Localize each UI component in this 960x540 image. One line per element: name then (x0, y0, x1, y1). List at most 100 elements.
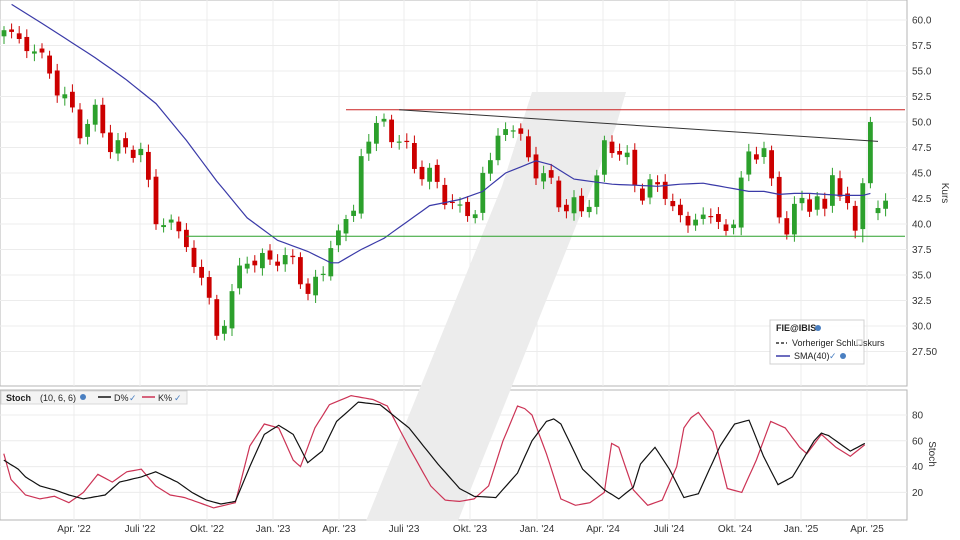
candle-body (305, 283, 311, 294)
candle-body (868, 122, 873, 184)
candle-body (738, 177, 744, 228)
price-y-tick: 37.5 (912, 245, 932, 256)
candle-body (564, 204, 569, 212)
price-y-tick: 50.0 (912, 118, 932, 129)
stoch-y-tick: 20 (912, 488, 924, 499)
candle-body (754, 154, 759, 160)
stoch-k-label: K% (158, 393, 172, 403)
candle-body (229, 291, 235, 329)
candle-body (366, 141, 372, 154)
candle-body (260, 252, 265, 269)
candle-body (153, 176, 159, 225)
candle-body (784, 218, 790, 235)
candle-body (731, 224, 736, 229)
candle-body (472, 214, 478, 219)
candle-body (510, 130, 516, 132)
candle-body (586, 206, 592, 213)
candle-body (609, 141, 615, 154)
candle-body (358, 156, 364, 214)
candle-body (450, 201, 455, 204)
candle-body (70, 91, 75, 108)
candle-body (138, 148, 144, 156)
price-y-tick: 40.0 (912, 220, 932, 231)
price-y-tick: 27.50 (912, 347, 937, 358)
stoch-legend-params: (10, 6, 6) (40, 393, 76, 403)
price-y-tick: 30.0 (912, 322, 932, 333)
candle-body (792, 203, 797, 235)
candle-body (579, 195, 584, 212)
candle-body (457, 204, 463, 206)
legend-sma-info-icon[interactable] (840, 353, 846, 359)
candle-body (548, 170, 554, 178)
candle-body (100, 104, 106, 134)
candle-body (298, 257, 303, 285)
stoch-info-icon[interactable] (80, 394, 86, 400)
candle-body (594, 175, 600, 207)
stoch-legend-title: Stoch (6, 393, 31, 403)
candle-body (336, 230, 341, 246)
x-tick-label: Juli '23 (389, 524, 420, 535)
x-tick-label: Jan. '23 (256, 524, 291, 535)
stoch-legend: Stoch (10, 6, 6) D% ✓ K% ✓ (0, 390, 188, 405)
candle-body (541, 173, 546, 182)
price-y-tick: 47.5 (912, 143, 932, 154)
x-tick-label: Okt. '22 (190, 524, 225, 535)
candle-body (184, 229, 189, 248)
candle-body (640, 188, 645, 201)
candle-body (814, 196, 820, 210)
candle-body (47, 55, 52, 74)
candle-body (700, 214, 706, 219)
legend-info-icon[interactable] (815, 325, 821, 331)
candle-body (161, 225, 166, 228)
legend-prev-close-label: Vorheriger Schlusskurs (792, 338, 885, 348)
x-tick-label: Jan. '25 (784, 524, 819, 535)
stoch-d-check-icon[interactable]: ✓ (129, 394, 137, 404)
candle-body (526, 136, 531, 158)
candle-body (678, 204, 683, 216)
candle-body (799, 197, 805, 204)
candle-body (807, 199, 812, 212)
legend-prev-close-checkbox[interactable] (856, 339, 863, 346)
stoch-y-tick: 60 (912, 436, 924, 447)
candle-body (381, 118, 387, 122)
chart-canvas: 60.0 57.5 55.0 52.5 50.0 47.5 45.0 42.5 40.0 37.5… (0, 0, 950, 535)
legend-sma-check-icon[interactable]: ✓ (829, 352, 837, 362)
candle-body (427, 167, 432, 182)
x-tick-label: Okt. '23 (453, 524, 488, 535)
price-axis-title: Kurs (939, 183, 950, 204)
candle-body (244, 263, 250, 269)
candle-body (237, 265, 242, 289)
stoch-k-check-icon[interactable]: ✓ (174, 394, 182, 404)
candle-body (39, 48, 45, 53)
candle-body (222, 325, 227, 334)
candle-body (723, 224, 729, 231)
candle-body (191, 247, 197, 267)
candle-body (108, 132, 113, 153)
y-axis-labels: 60.0 57.5 55.0 52.5 50.0 47.5 45.0 42.5 40.0 37.5… (912, 16, 937, 499)
candle-body (389, 119, 394, 143)
candle-body (434, 164, 440, 182)
legend-sma-label: SMA(40) (794, 351, 830, 361)
x-tick-label: Apr. '22 (57, 524, 91, 535)
candle-body (313, 276, 318, 296)
candle-body (374, 122, 379, 144)
candle-body (115, 140, 121, 154)
stoch-y-tick: 40 (912, 462, 924, 473)
x-tick-label: Juli '24 (654, 524, 685, 535)
price-y-tick: 32.5 (912, 296, 932, 307)
candle-body (480, 172, 486, 213)
candle-body (617, 151, 622, 155)
stoch-axis-title: Stoch (926, 441, 937, 467)
candle-body (9, 29, 14, 32)
candle-body (769, 150, 774, 179)
x-tick-label: Okt. '24 (718, 524, 753, 535)
price-y-tick: 55.0 (912, 67, 932, 78)
x-tick-label: Apr. '25 (850, 524, 884, 535)
candle-body (32, 51, 37, 54)
candle-body (123, 138, 128, 148)
x-tick-label: Juli '22 (125, 524, 156, 535)
candle-body (54, 70, 60, 96)
candle-body (77, 109, 83, 139)
price-y-tick: 45.0 (912, 169, 932, 180)
candle-body (267, 250, 273, 260)
